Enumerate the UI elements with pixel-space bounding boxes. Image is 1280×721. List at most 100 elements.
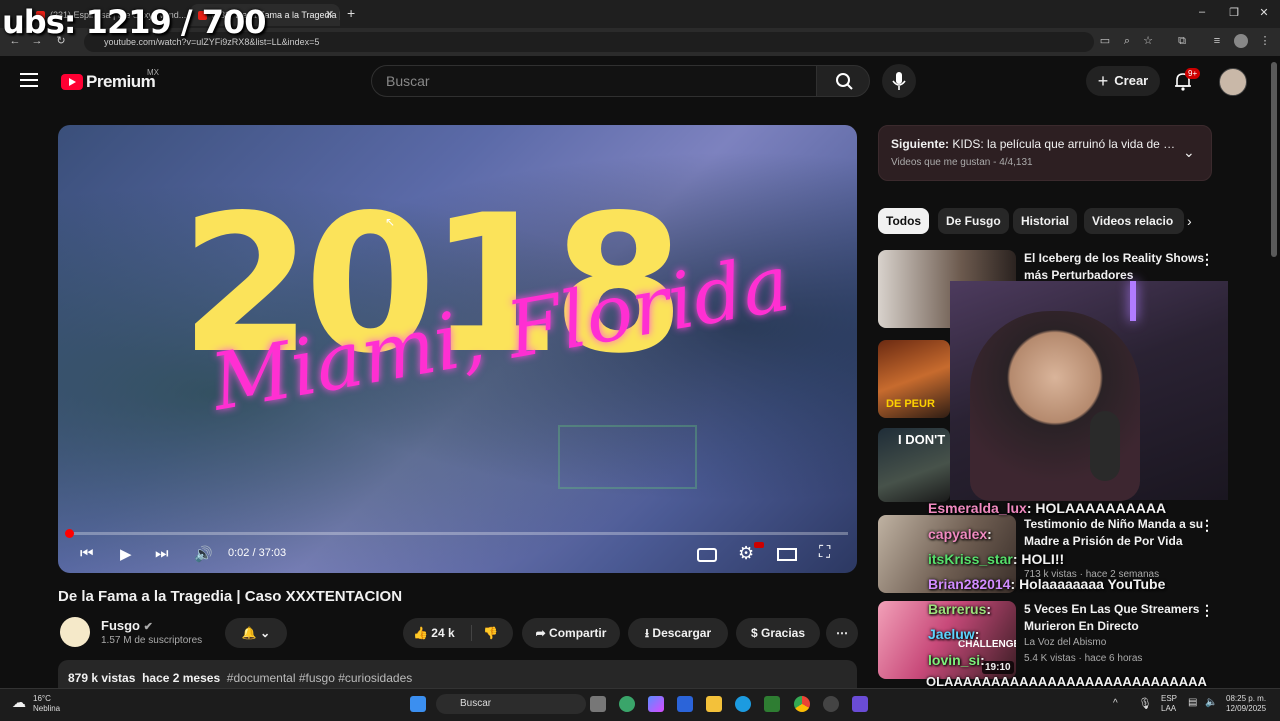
search-button[interactable]	[816, 65, 870, 97]
title-line: Testimonio de Niño Manda a su	[1024, 517, 1204, 531]
weather-widget[interactable]: 16°C Neblina	[33, 694, 60, 714]
chat-user: itsKriss_star	[928, 551, 1013, 567]
app-icon[interactable]	[619, 696, 635, 712]
language-indicator[interactable]: ESP LAA	[1161, 694, 1177, 714]
super-thanks-icon: $	[750, 626, 758, 640]
bookmark-star-icon[interactable]: ☆	[1141, 34, 1155, 48]
channel-avatar[interactable]	[60, 617, 90, 647]
next-icon[interactable]: ⏭	[155, 545, 169, 562]
more-vertical-icon[interactable]: ⋮	[1200, 517, 1214, 534]
up-next-video-title: KIDS: la película que arruinó la vida de…	[952, 137, 1176, 151]
video-title: De la Fama a la Tragedia | Caso XXXTENTA…	[58, 588, 403, 605]
chip-de-fusgo[interactable]: De Fusgo	[938, 208, 1009, 234]
play-icon[interactable]: ▶	[120, 545, 132, 563]
more-horizontal-icon: ⋯	[836, 626, 848, 640]
video-thumbnail[interactable]: DE PEUR	[878, 340, 950, 418]
chip-related[interactable]: Videos relacio	[1084, 208, 1184, 234]
chevron-right-icon[interactable]: ›	[1187, 213, 1192, 229]
minimize-icon[interactable]: –	[1192, 6, 1212, 18]
cast-icon[interactable]: ▭	[1098, 34, 1112, 48]
chip-historial[interactable]: Historial	[1013, 208, 1078, 234]
speaker-icon[interactable]: 🔈	[1205, 697, 1217, 708]
title-line: 5 Veces En Las Que Streamers	[1024, 602, 1200, 616]
settings-gear-icon[interactable]: ⚙	[738, 543, 754, 564]
avatar[interactable]	[1219, 68, 1247, 96]
thanks-button[interactable]: $ Gracias	[736, 618, 820, 648]
rgb-light	[1130, 281, 1136, 321]
duration-badge: 19:10	[982, 661, 1014, 674]
fullscreen-icon[interactable]: ⛶	[819, 544, 830, 562]
hashtags[interactable]: #documental #fusgo #curiosidades	[227, 671, 412, 685]
more-actions-button[interactable]: ⋯	[826, 618, 858, 648]
chat-text: : HOLI!!	[1012, 551, 1065, 567]
profile-icon[interactable]	[1234, 34, 1248, 48]
thumbs-down-icon[interactable]: 👎	[483, 618, 498, 648]
time-display: 0:02 / 37:03	[228, 547, 287, 559]
download-button[interactable]: ⭳ Descargar	[628, 618, 728, 648]
restore-icon[interactable]: ❐	[1224, 6, 1244, 19]
title-line: Murieron En Directo	[1024, 619, 1139, 633]
extensions-icon[interactable]: ⧉	[1175, 34, 1189, 48]
search-input[interactable]: Buscar	[371, 65, 817, 97]
close-tab-icon[interactable]: ✕	[325, 8, 334, 21]
zoom-icon[interactable]: ⌕	[1120, 34, 1134, 48]
chat-text: : HOLAAAAAAAAAA	[1026, 500, 1167, 516]
up-next-label: Siguiente:	[891, 137, 950, 151]
chrome-icon[interactable]	[794, 696, 810, 712]
taskbar-search[interactable]: Buscar	[436, 694, 586, 714]
file-explorer-icon[interactable]	[706, 696, 722, 712]
youtube-logo-icon[interactable]	[61, 74, 83, 90]
chat-text: :	[986, 601, 992, 617]
network-icon[interactable]: ▤	[1188, 697, 1197, 708]
chip-all[interactable]: Todos	[878, 208, 930, 234]
chrome-menu-icon[interactable]: ⋮	[1258, 34, 1272, 48]
brand-label[interactable]: Premium	[86, 72, 156, 92]
volume-icon[interactable]: 🔊	[194, 545, 213, 563]
verified-icon: ✔	[143, 621, 153, 633]
up-next-card[interactable]	[878, 125, 1212, 181]
create-button[interactable]: + Crear	[1086, 66, 1160, 96]
obs-icon[interactable]	[823, 696, 839, 712]
copilot-icon[interactable]	[648, 696, 664, 712]
windows-start-icon[interactable]	[410, 696, 426, 712]
download-icon: ⭳	[644, 626, 650, 640]
excel-icon[interactable]	[764, 696, 780, 712]
voice-search-button[interactable]	[882, 64, 916, 98]
sidebar-video-title[interactable]: El Iceberg de los Reality Shows más Pertu…	[1024, 250, 1204, 284]
subtitles-icon[interactable]	[697, 548, 717, 562]
like-button[interactable]: 👍 24 k 👎	[403, 618, 513, 648]
new-tab-button[interactable]: +	[347, 5, 355, 21]
scrollbar[interactable]	[1271, 62, 1277, 257]
subscription-bell-button[interactable]: 🔔 ⌄	[225, 618, 287, 648]
chevron-up-icon[interactable]: ^	[1113, 698, 1118, 709]
progress-bar[interactable]	[68, 532, 848, 535]
store-icon[interactable]	[677, 696, 693, 712]
streamer-webcam	[950, 281, 1228, 501]
previous-icon[interactable]: ⏮	[80, 545, 94, 562]
task-view-icon[interactable]	[590, 696, 606, 712]
video-frame-detail	[558, 425, 697, 489]
more-vertical-icon[interactable]: ⋮	[1200, 602, 1214, 619]
chat-user: Brian282014	[928, 576, 1011, 592]
more-vertical-icon[interactable]: ⋮	[1200, 251, 1214, 268]
progress-scrubber[interactable]	[64, 529, 74, 538]
app-icon[interactable]	[852, 696, 868, 712]
edge-icon[interactable]	[735, 696, 751, 712]
thumbnail-text: DE PEUR	[886, 398, 935, 410]
chevron-down-icon: ⌄	[260, 626, 271, 640]
chat-message: Esmeralda_lux: HOLAAAAAAAAAA	[928, 500, 1166, 516]
chevron-down-icon[interactable]: ⌄	[1183, 144, 1195, 161]
microphone-icon[interactable]: 🎙	[1138, 697, 1152, 710]
video-thumbnail[interactable]: I DON'T	[878, 428, 950, 502]
theater-mode-icon[interactable]	[777, 548, 797, 561]
close-window-icon[interactable]: ✕	[1254, 6, 1274, 19]
chat-user: Jaeluw	[928, 626, 975, 642]
channel-name[interactable]: Fusgo ✔	[101, 618, 153, 633]
sidebar-video-title[interactable]: 5 Veces En Las Que Streamers Murieron En …	[1024, 601, 1199, 635]
sidebar-video-title[interactable]: Testimonio de Niño Manda a su Madre a Pri…	[1024, 516, 1203, 550]
media-icon[interactable]: ≡	[1210, 34, 1224, 48]
weather-icon[interactable]: ☁	[12, 694, 26, 711]
share-button[interactable]: ➦ Compartir	[522, 618, 620, 648]
clock[interactable]: 08:25 p. m. 12/09/2025	[1226, 694, 1266, 714]
menu-hamburger-icon[interactable]	[20, 73, 38, 87]
